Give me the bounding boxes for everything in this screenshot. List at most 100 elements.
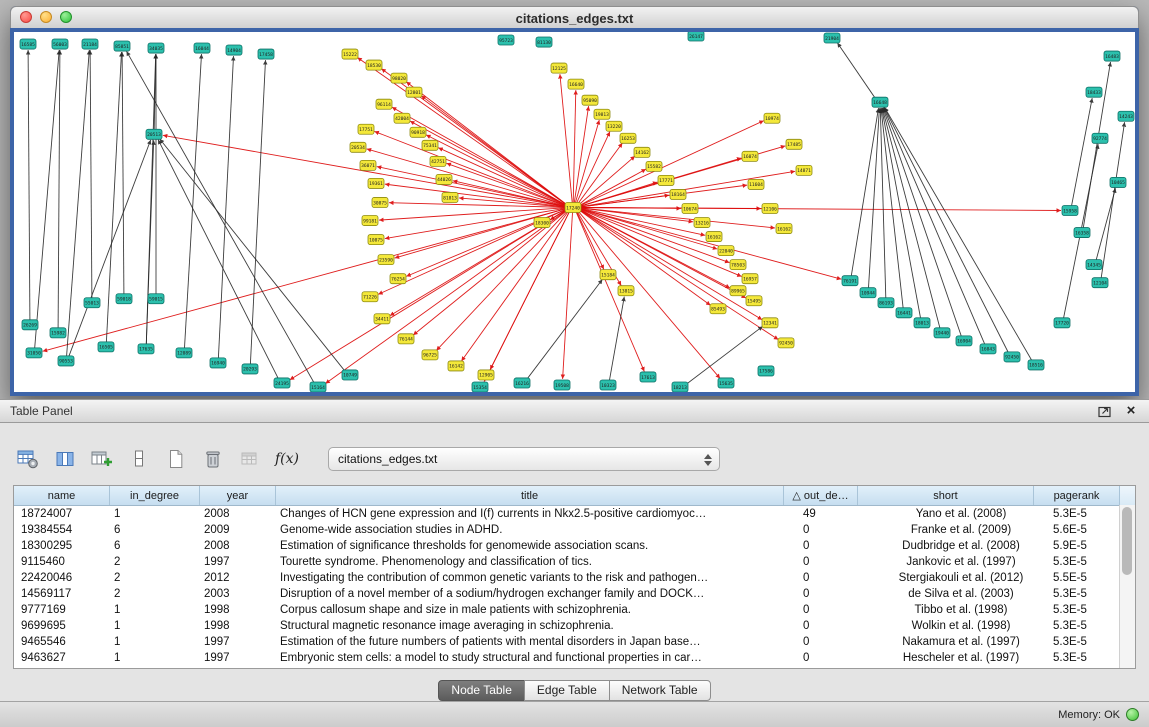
graph-node[interactable]: 75341 [422,140,438,150]
graph-node[interactable]: 21184 [82,39,98,49]
graph-node[interactable]: 13815 [618,286,634,296]
show-columns-icon[interactable] [51,446,79,472]
graph-node[interactable]: 15495 [746,296,762,306]
graph-node[interactable]: 16505 [98,342,114,352]
import-table-icon[interactable] [236,446,264,472]
graph-node[interactable]: 14162 [634,147,650,157]
graph-node[interactable]: 18213 [672,382,688,392]
graph-node[interactable]: 16441 [896,308,912,318]
table-row[interactable]: 1456911722003Disruption of a novel membe… [14,586,1135,602]
graph-node[interactable]: 56003 [52,39,68,49]
graph-node[interactable]: 16142 [448,361,464,371]
table-row[interactable]: 946554611997Estimation of the future num… [14,634,1135,650]
table-row[interactable]: 969969511998Structural magnetic resonanc… [14,618,1135,634]
graph-node[interactable]: 26269 [22,320,38,330]
table-row[interactable]: 977716911998Corpus callosum shape and si… [14,602,1135,618]
graph-node[interactable]: 12125 [551,63,567,73]
graph-node[interactable]: 18530 [366,60,382,70]
graph-node[interactable]: 59018 [116,294,132,304]
graph-node[interactable]: 19440 [934,328,950,338]
graph-node[interactable]: 15184 [600,270,616,280]
graph-node[interactable]: 12905 [478,370,494,380]
graph-node[interactable]: 15354 [472,382,488,392]
tab-node-table[interactable]: Node Table [438,680,525,701]
graph-node[interactable]: 10749 [342,370,358,380]
graph-node[interactable]: 17613 [640,372,656,382]
zoom-button[interactable] [60,11,72,23]
graph-node[interactable]: 16483 [1104,51,1120,61]
graph-node[interactable]: 18164 [670,189,686,199]
graph-node[interactable]: 20534 [350,142,366,152]
table-row[interactable]: 1938455462009Genome-wide association stu… [14,522,1135,538]
graph-node[interactable]: 14345 [1086,260,1102,270]
graph-node[interactable]: 18013 [914,318,930,328]
graph-node[interactable]: 96725 [422,350,438,360]
graph-node[interactable]: 89965 [730,286,746,296]
network-canvas[interactable]: 1724015222185309802012801961144200417751… [14,32,1135,392]
graph-node[interactable]: 15635 [718,378,734,388]
graph-node[interactable]: 16074 [742,151,758,161]
graph-node[interactable]: 17751 [358,124,374,134]
graph-node[interactable]: 86193 [878,298,894,308]
graph-node[interactable]: 15222 [342,49,358,59]
graph-node[interactable]: 12089 [176,348,192,358]
graph-node[interactable]: 81813 [442,192,458,202]
graph-node[interactable]: 90918 [410,127,426,137]
graph-node[interactable]: 17485 [786,139,802,149]
table-row[interactable]: 2242004622012Investigating the contribut… [14,570,1135,586]
graph-node[interactable]: 16648 [872,97,888,107]
graph-node[interactable]: 16253 [620,133,636,143]
graph-node[interactable]: 17635 [138,344,154,354]
close-button[interactable] [20,11,32,23]
graph-node[interactable]: 18516 [1028,360,1044,370]
graph-node[interactable]: 17586 [758,366,774,376]
graph-node[interactable]: 13220 [606,121,622,131]
graph-node[interactable]: 55013 [84,298,100,308]
graph-node[interactable]: 16044 [194,43,210,53]
tab-edge-table[interactable]: Edge Table [524,680,610,701]
scrollbar-thumb[interactable] [1122,507,1132,575]
delete-icon[interactable] [199,446,227,472]
graph-node[interactable]: 21904 [824,33,840,43]
graph-node[interactable]: 16640 [568,79,584,89]
graph-node[interactable]: 15164 [310,382,326,392]
graph-node[interactable]: 78503 [730,260,746,270]
graph-node[interactable]: 17240 [565,202,581,212]
graph-node[interactable]: 18300 [534,218,550,228]
column-header[interactable]: △ out_de… [784,486,858,505]
graph-node[interactable]: 34035 [148,43,164,53]
graph-node[interactable]: 17771 [658,175,674,185]
table-row[interactable]: 1830029562008Estimation of significance … [14,538,1135,554]
graph-node[interactable]: 15582 [646,161,662,171]
table-mode-icon[interactable] [14,446,42,472]
graph-node[interactable]: 10875 [368,235,384,245]
graph-node[interactable]: 42751 [430,156,446,166]
graph-node[interactable]: 10974 [764,113,780,123]
graph-node[interactable]: 12801 [406,87,422,97]
graph-node[interactable]: 16585 [20,39,36,49]
graph-node[interactable]: 19508 [554,380,570,390]
graph-node[interactable]: 18433 [1086,87,1102,97]
graph-node[interactable]: 12106 [762,203,778,213]
graph-node[interactable]: 16162 [776,224,792,234]
graph-node[interactable]: 34411 [374,314,390,324]
graph-node[interactable]: 17458 [258,49,274,59]
graph-node[interactable]: 15958 [1062,205,1078,215]
graph-node[interactable]: 10674 [682,203,698,213]
table-row[interactable]: 911546021997Tourette syndrome. Phenomeno… [14,554,1135,570]
graph-node[interactable]: 92450 [1004,352,1020,362]
graph-node[interactable]: 76254 [390,274,406,284]
graph-node[interactable]: 23590 [378,255,394,265]
graph-node[interactable]: 76191 [842,276,858,286]
graph-node[interactable]: 20513 [146,129,162,139]
minimize-button[interactable] [40,11,52,23]
column-header[interactable]: in_degree [110,486,200,505]
graph-node[interactable]: 76144 [398,334,414,344]
graph-node[interactable]: 12341 [762,318,778,328]
table-row[interactable]: 946362711997Embryonic stem cells: a mode… [14,650,1135,666]
graph-node[interactable]: 20293 [242,364,258,374]
graph-node[interactable]: 16216 [514,378,530,388]
table-selector-dropdown[interactable]: citations_edges.txt [328,447,720,471]
graph-node[interactable]: 15982 [50,328,66,338]
graph-node[interactable]: 42004 [394,113,410,123]
